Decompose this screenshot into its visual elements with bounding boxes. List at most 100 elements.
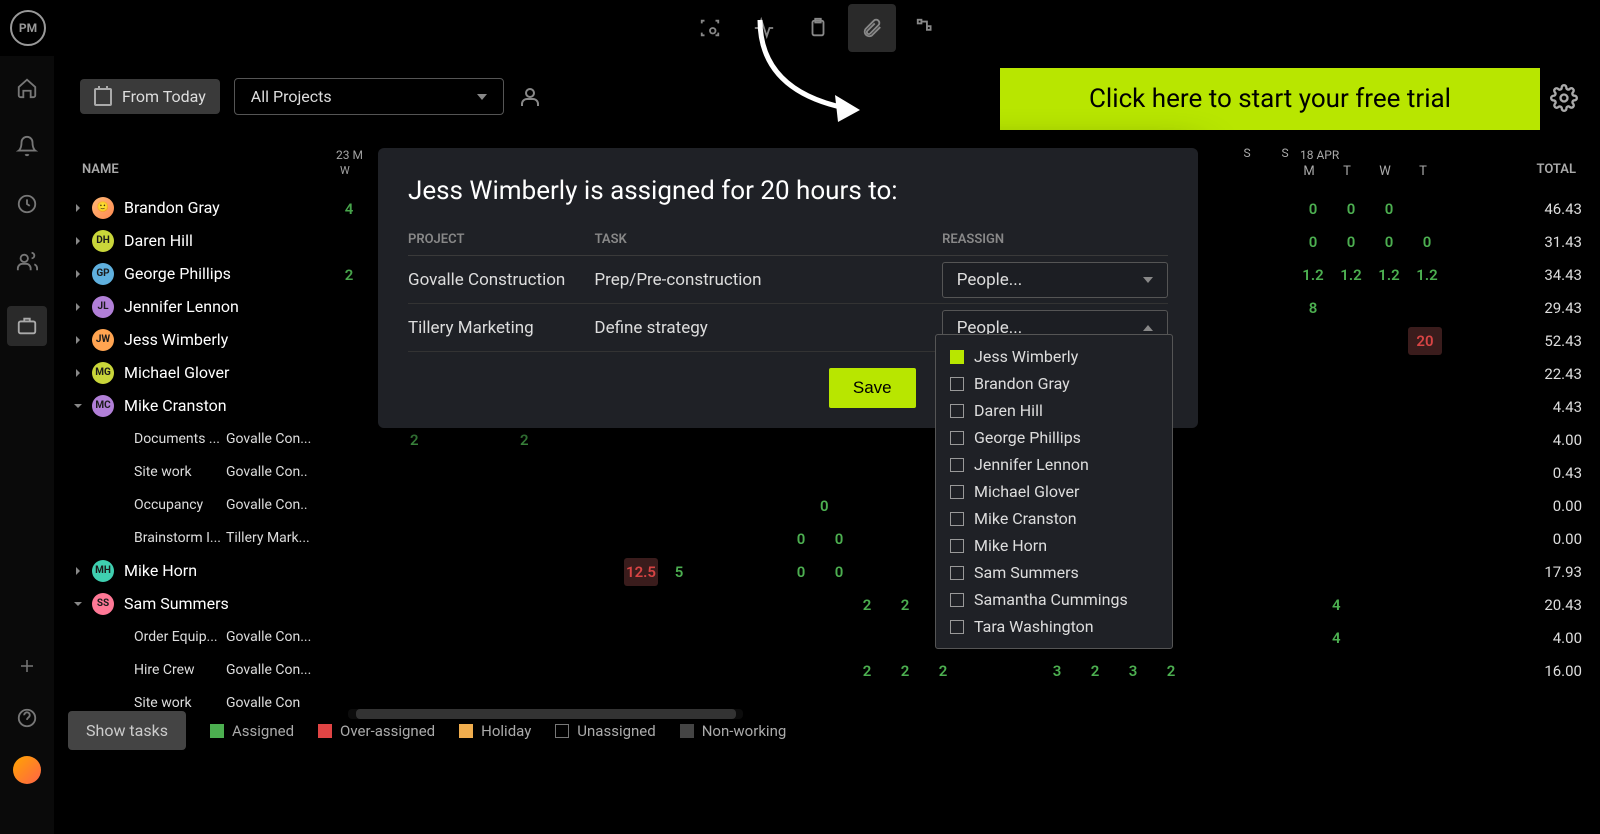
person-name: George Phillips [124,264,231,283]
chevron-down-icon [1143,277,1153,283]
people-option[interactable]: Brandon Gray [936,370,1172,397]
from-today-button[interactable]: From Today [80,79,220,114]
chevron-icon[interactable] [72,400,84,412]
people-option-name: Michael Glover [974,482,1079,501]
briefcase-icon[interactable] [7,306,47,346]
task-project: Govalle Con... [226,431,314,447]
person-name: Brandon Gray [124,198,220,217]
chevron-icon[interactable] [72,565,84,577]
people-option[interactable]: Jess Wimberly [936,343,1172,370]
people-dropdown-list: Jess Wimberly Brandon GrayDaren Hill Georg… [935,334,1173,649]
chevron-icon[interactable] [72,367,84,379]
chevron-down-icon [477,94,487,100]
person-row[interactable]: MGMichael Glover [54,356,330,389]
save-button[interactable]: Save [829,368,916,408]
task-project: Govalle Con.. [226,497,314,513]
checkbox[interactable] [950,593,964,607]
people-option[interactable]: Daren Hill [936,397,1172,424]
people-option-name: Mike Cranston [974,509,1077,528]
chevron-icon[interactable] [72,268,84,280]
task-project: Tillery Mark... [226,530,314,546]
task-row[interactable]: Brainstorm I...Tillery Mark... [54,521,330,554]
home-icon[interactable] [13,74,41,102]
person-name: Jess Wimberly [124,330,228,349]
person-row[interactable]: GPGeorge Phillips [54,257,330,290]
checkbox[interactable] [950,404,964,418]
free-trial-banner[interactable]: Click here to start your free trial [1000,68,1540,130]
checkbox[interactable] [950,620,964,634]
chevron-icon[interactable] [72,334,84,346]
clock-icon[interactable] [13,190,41,218]
modal-title: Jess Wimberly is assigned for 20 hours t… [408,176,1168,206]
people-option-name: Samantha Cummings [974,590,1128,609]
people-option[interactable]: Mike Horn [936,532,1172,559]
help-icon[interactable] [13,704,41,732]
people-option[interactable]: Mike Cranston [936,505,1172,532]
person-row[interactable]: DHDaren Hill [54,224,330,257]
flow-icon[interactable] [902,4,950,52]
person-row[interactable]: 🙂Brandon Gray [54,191,330,224]
person-row[interactable]: JWJess Wimberly [54,323,330,356]
user-avatar[interactable] [13,756,41,784]
modal-header-project: PROJECT [408,232,595,247]
people-option[interactable]: Jennifer Lennon [936,451,1172,478]
people-option[interactable]: Michael Glover [936,478,1172,505]
checkbox[interactable] [950,458,964,472]
checkbox[interactable] [950,512,964,526]
person-row[interactable]: MHMike Horn [54,554,330,587]
modal-header-reassign: REASSIGN [942,232,1168,247]
task-row[interactable]: OccupancyGovalle Con.. [54,488,330,521]
task-project: Govalle Con.. [226,464,314,480]
scan-icon[interactable] [686,4,734,52]
people-option[interactable]: Samantha Cummings [936,586,1172,613]
project-dropdown[interactable]: All Projects [234,78,504,115]
checkbox[interactable] [950,539,964,553]
people-icon[interactable] [13,248,41,276]
total-header: TOTAL [1537,162,1576,177]
chevron-icon[interactable] [72,202,84,214]
checkbox[interactable] [950,566,964,580]
show-tasks-button[interactable]: Show tasks [68,711,186,750]
bell-icon[interactable] [13,132,41,160]
task-project: Govalle Con... [226,662,314,678]
people-filter-icon[interactable] [518,85,542,109]
from-today-label: From Today [122,87,206,106]
clipboard-icon[interactable] [794,4,842,52]
activity-icon[interactable] [740,4,788,52]
people-option-name: George Phillips [974,428,1081,447]
task-row[interactable]: Order Equip...Govalle Con... [54,620,330,653]
person-row[interactable]: MCMike Cranston [54,389,330,422]
attachment-icon[interactable] [848,4,896,52]
chevron-icon[interactable] [72,598,84,610]
task-name: Documents ... [134,431,226,447]
gear-icon[interactable] [1550,84,1582,116]
plus-icon[interactable] [13,652,41,680]
person-row[interactable]: JLJennifer Lennon [54,290,330,323]
checkbox[interactable] [950,431,964,445]
checkbox[interactable] [950,350,964,364]
app-logo[interactable]: PM [10,10,46,46]
checkbox[interactable] [950,377,964,391]
chevron-icon[interactable] [72,301,84,313]
left-sidebar [0,56,54,834]
task-row[interactable]: Documents ...Govalle Con... [54,422,330,455]
people-option[interactable]: George Phillips [936,424,1172,451]
checkbox[interactable] [950,485,964,499]
name-header: NAME [54,148,330,191]
legend-assigned: Assigned [210,722,294,740]
task-name: Order Equip... [134,629,226,645]
person-name: Jennifer Lennon [124,297,239,316]
people-option-name: Jennifer Lennon [974,455,1089,474]
people-option[interactable]: Sam Summers [936,559,1172,586]
people-option-name: Jess Wimberly [974,347,1078,366]
reassign-dropdown[interactable]: People... [942,262,1168,298]
task-row[interactable]: Hire CrewGovalle Con... [54,653,330,686]
legend-holiday: Holiday [459,722,531,740]
modal-row: Govalle Construction Prep/Pre-constructi… [408,256,1168,304]
task-name: Occupancy [134,497,226,513]
task-name: Hire Crew [134,662,226,678]
people-option[interactable]: Tara Washington [936,613,1172,640]
task-row[interactable]: Site workGovalle Con.. [54,455,330,488]
chevron-icon[interactable] [72,235,84,247]
person-row[interactable]: SSSam Summers [54,587,330,620]
